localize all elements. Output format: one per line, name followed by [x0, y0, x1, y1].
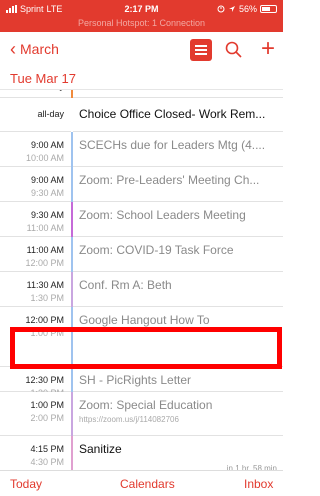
event-title: Nissan: Michelle	[79, 90, 277, 93]
event-title: SCECHs due for Leaders Mtg (4....	[79, 138, 266, 152]
event-row[interactable]: all-day Nissan: Michelle	[0, 90, 283, 98]
battery-percent: 56%	[238, 4, 257, 14]
event-row[interactable]: 11:30 AM 1:30 PM Conf. Rm A: Beth	[0, 272, 283, 307]
hotspot-banner[interactable]: Personal Hotspot: 1 Connection	[0, 18, 283, 28]
event-start-time: all-day	[37, 109, 64, 119]
event-start-time: 12:30 PM	[25, 375, 64, 385]
event-title: Choice Office Closed- Work Rem...	[79, 107, 266, 121]
event-start-time: 1:00 PM	[30, 400, 64, 410]
calendar-color-bar	[71, 436, 73, 470]
event-start-time: 11:00 AM	[26, 245, 64, 255]
event-start-time: 9:00 AM	[30, 175, 64, 185]
back-button[interactable]: ‹ March	[10, 39, 59, 59]
event-title: Zoom: Pre-Leaders' Meeting Ch...	[79, 173, 260, 187]
event-row[interactable]: 9:00 AM 10:00 AM SCECHs due for Leaders Mt…	[0, 132, 283, 167]
event-start-time: 11:30 AM	[26, 280, 64, 290]
tab-calendars[interactable]: Calendars	[120, 477, 175, 491]
calendar-color-bar	[71, 202, 73, 237]
event-row[interactable]: 11:00 AM 12:00 PM Zoom: COVID-19 Task Forc…	[0, 237, 283, 272]
event-end-time: 2:00 PM	[30, 413, 64, 423]
event-title: Zoom: Special Education	[79, 398, 213, 412]
selection-highlight	[10, 327, 282, 369]
calendar-color-bar	[71, 272, 73, 307]
location-icon	[228, 6, 235, 12]
event-start-time: 12:00 PM	[25, 315, 64, 325]
search-icon[interactable]	[224, 40, 244, 60]
add-event-button[interactable]: +	[258, 37, 278, 61]
calendar-color-bar	[71, 98, 73, 132]
event-title: Sanitize	[79, 442, 122, 456]
event-list[interactable]: all-day Nissan: Michelle all-day Choice Off…	[0, 90, 283, 470]
calendar-color-bar	[71, 237, 73, 272]
event-start-time: all-day	[8, 90, 64, 91]
event-subtitle: https://zoom.us/j/114082706	[79, 415, 179, 424]
back-label: March	[20, 41, 59, 57]
list-view-button[interactable]	[190, 39, 212, 61]
calendar-color-bar	[71, 392, 73, 436]
tab-inbox[interactable]: Inbox	[244, 477, 273, 491]
event-row[interactable]: all-day Choice Office Closed- Work Rem...	[0, 98, 283, 132]
event-end-time: 9:30 AM	[30, 188, 64, 198]
calendar-color-bar	[71, 367, 73, 392]
event-title: Zoom: COVID-19 Task Force	[79, 243, 234, 257]
alarm-icon	[217, 5, 225, 13]
event-end-time: 4:30 PM	[30, 457, 64, 467]
tab-today[interactable]: Today	[10, 477, 42, 491]
status-bar: Sprint LTE 2:17 PM 56% Personal Hotspot:…	[0, 0, 283, 32]
event-row[interactable]: 12:30 PM1:30 PMSH - PicRights Letter	[0, 367, 283, 398]
event-row[interactable]: 4:15 PM 4:30 PM Sanitize in 1 hr, 58 min	[0, 436, 283, 470]
chevron-left-icon: ‹	[10, 39, 16, 59]
event-row[interactable]: 9:30 AM 11:00 AM Zoom: School Leaders Meet…	[0, 202, 283, 237]
event-title: Google Hangout How To	[79, 313, 210, 327]
event-start-time: 9:00 AM	[30, 140, 64, 150]
event-start-time: 4:15 PM	[30, 444, 64, 454]
event-end-time: 10:00 AM	[25, 153, 64, 163]
nav-bar: ‹ March +	[0, 32, 283, 68]
event-title: Conf. Rm A: Beth	[79, 278, 172, 292]
event-row[interactable]: 1:00 PM 2:00 PM Zoom: Special Education htt…	[0, 392, 283, 436]
event-row[interactable]: 9:00 AM 9:30 AM Zoom: Pre-Leaders' Meeting…	[0, 167, 283, 202]
event-end-time: 11:00 AM	[26, 223, 64, 233]
calendar-color-bar	[71, 90, 73, 98]
event-title: Zoom: School Leaders Meeting	[79, 208, 246, 222]
event-end-time: 12:00 PM	[25, 258, 64, 268]
event-end-time: 1:30 PM	[30, 293, 64, 303]
event-title: SH - PicRights Letter	[79, 373, 192, 387]
date-label: Tue Mar 17	[10, 71, 76, 86]
calendar-color-bar	[71, 132, 73, 167]
event-start-time: 9:30 AM	[30, 210, 64, 220]
tab-bar: Today Calendars Inbox	[0, 470, 283, 496]
date-header: Tue Mar 17	[0, 68, 283, 90]
battery-icon	[260, 5, 277, 13]
calendar-color-bar	[71, 167, 73, 202]
